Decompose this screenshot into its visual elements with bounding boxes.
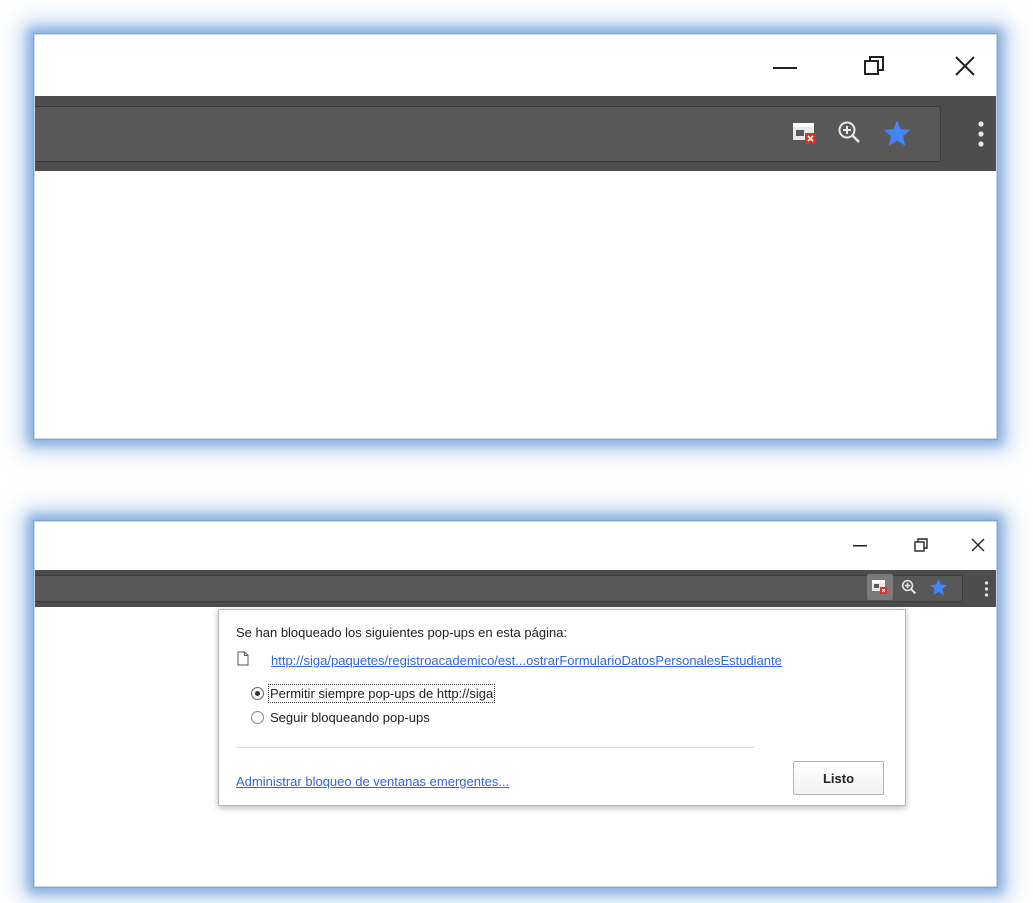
manage-popup-blocking-link[interactable]: Administrar bloqueo de ventanas emergent…: [236, 774, 509, 789]
restore-icon: [863, 55, 885, 77]
page-content: [35, 171, 996, 438]
radio-button-checked[interactable]: [251, 687, 264, 700]
browser-toolbar: [35, 96, 996, 171]
done-button[interactable]: Listo: [793, 761, 884, 795]
close-icon: [955, 56, 975, 76]
browser-toolbar: [35, 570, 996, 607]
minimize-button[interactable]: [760, 53, 810, 83]
kebab-menu-icon[interactable]: [984, 581, 989, 597]
title-bar: [35, 35, 996, 96]
radio-allow-popups[interactable]: Permitir siempre pop-ups de http://siga: [251, 684, 496, 703]
close-button[interactable]: [945, 49, 985, 83]
divider: [236, 747, 754, 748]
minimize-icon: [853, 545, 867, 547]
blocked-popup-link[interactable]: http://siga/paquetes/registroacademico/e…: [271, 653, 782, 668]
zoom-in-icon[interactable]: [837, 120, 863, 146]
browser-window-after: Se han bloqueado los siguientes pop-ups …: [34, 521, 997, 887]
radio-button[interactable]: [251, 711, 264, 724]
title-bar: [35, 522, 996, 570]
bookmark-star-icon[interactable]: [929, 578, 948, 596]
restore-button[interactable]: [855, 49, 895, 83]
bubble-title: Se han bloqueado los siguientes pop-ups …: [236, 625, 568, 640]
restore-button[interactable]: [908, 532, 934, 558]
radio-keep-blocking[interactable]: Seguir bloqueando pop-ups: [251, 710, 430, 725]
kebab-menu-icon[interactable]: [977, 120, 985, 148]
address-bar[interactable]: [35, 574, 963, 602]
close-icon: [971, 538, 985, 552]
address-bar[interactable]: [35, 106, 941, 162]
radio-label: Seguir bloqueando pop-ups: [270, 710, 430, 725]
close-button[interactable]: [965, 532, 991, 558]
radio-label: Permitir siempre pop-ups de http://siga: [267, 684, 496, 703]
popup-blocked-icon[interactable]: [867, 574, 893, 600]
minimize-icon: [773, 67, 797, 70]
popup-blocked-icon[interactable]: [792, 122, 818, 146]
minimize-button[interactable]: [843, 532, 877, 558]
zoom-in-icon[interactable]: [901, 579, 918, 596]
restore-icon: [914, 538, 928, 552]
document-icon: [237, 651, 249, 666]
browser-window-before: [34, 34, 997, 439]
bookmark-star-icon[interactable]: [882, 119, 912, 147]
popup-blocked-bubble: Se han bloqueado los siguientes pop-ups …: [218, 609, 906, 806]
